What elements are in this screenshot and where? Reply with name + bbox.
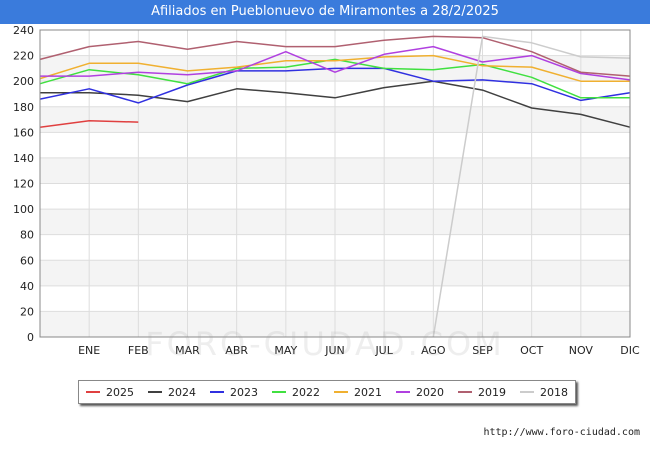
y-axis: 020406080100120140160180200220240 (13, 24, 34, 344)
legend-label: 2018 (540, 385, 568, 399)
y-tick-label: 180 (13, 101, 34, 114)
source-url: http://www.foro-ciudad.com (483, 427, 640, 438)
y-tick-label: 160 (13, 126, 34, 139)
legend-label: 2024 (168, 385, 196, 399)
legend: 2025 2024 2023 2022 2021 2020 2019 2018 (78, 380, 576, 404)
legend-swatch (272, 391, 286, 393)
legend-label: 2023 (230, 385, 258, 399)
legend-swatch (210, 391, 224, 393)
y-tick-label: 100 (13, 203, 34, 216)
y-tick-label: 240 (13, 24, 34, 37)
y-tick-label: 80 (20, 229, 34, 242)
legend-label: 2020 (416, 385, 444, 399)
y-tick-label: 140 (13, 152, 34, 165)
y-tick-label: 20 (20, 305, 34, 318)
legend-swatch (86, 391, 100, 393)
y-tick-label: 120 (13, 178, 34, 191)
legend-item-2018: 2018 (520, 386, 568, 399)
legend-swatch (148, 391, 162, 393)
y-tick-label: 200 (13, 75, 34, 88)
legend-item-2024: 2024 (148, 386, 196, 399)
legend-swatch (458, 391, 472, 393)
legend-item-2019: 2019 (458, 386, 506, 399)
legend-item-2022: 2022 (272, 386, 320, 399)
legend-label: 2025 (106, 385, 134, 399)
legend-swatch (520, 391, 534, 393)
legend-swatch (334, 391, 348, 393)
y-tick-label: 220 (13, 50, 34, 63)
watermark: FORO-CIUDAD.COM (145, 325, 505, 363)
legend-item-2021: 2021 (334, 386, 382, 399)
legend-item-2020: 2020 (396, 386, 444, 399)
legend-label: 2019 (478, 385, 506, 399)
legend-label: 2021 (354, 385, 382, 399)
legend-item-2023: 2023 (210, 386, 258, 399)
legend-item-2025: 2025 (86, 386, 134, 399)
y-tick-label: 40 (20, 280, 34, 293)
legend-swatch (396, 391, 410, 393)
y-tick-label: 60 (20, 254, 34, 267)
legend-label: 2022 (292, 385, 320, 399)
